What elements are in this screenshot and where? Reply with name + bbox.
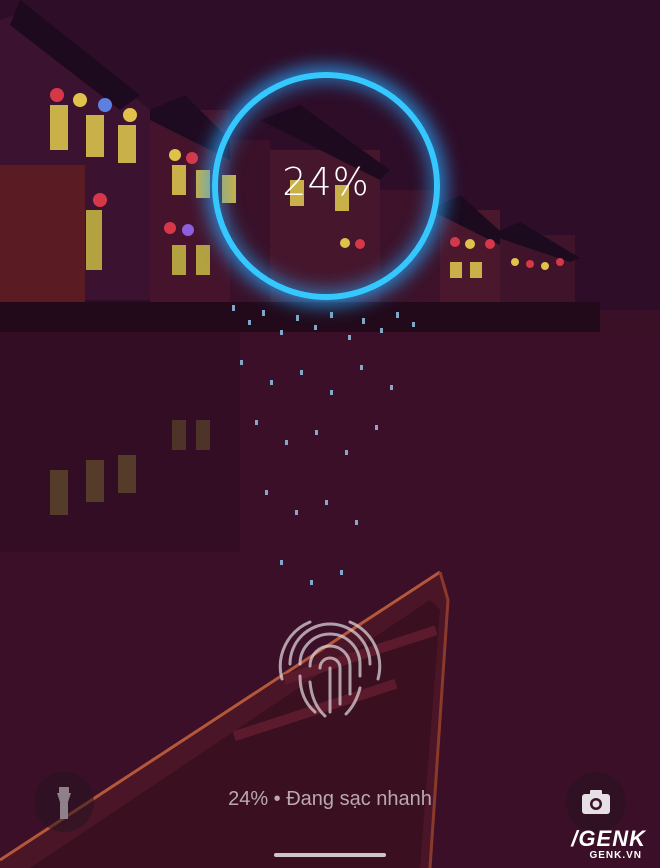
fingerprint-icon[interactable] [270, 604, 390, 724]
home-indicator[interactable] [274, 853, 386, 857]
watermark-logo: /GENK GENK.VN [540, 824, 650, 864]
camera-icon [582, 790, 610, 814]
charge-percent: 24% [282, 160, 370, 204]
lock-screen: 24% 24% • Đang sạc nhanh /GENK GENK.VN [0, 0, 660, 868]
charging-status: 24% • Đang sạc nhanh [228, 788, 432, 810]
camera-button[interactable] [566, 772, 626, 832]
watermark-sub: GENK.VN [589, 850, 642, 861]
watermark-main: /GENK [571, 826, 646, 851]
